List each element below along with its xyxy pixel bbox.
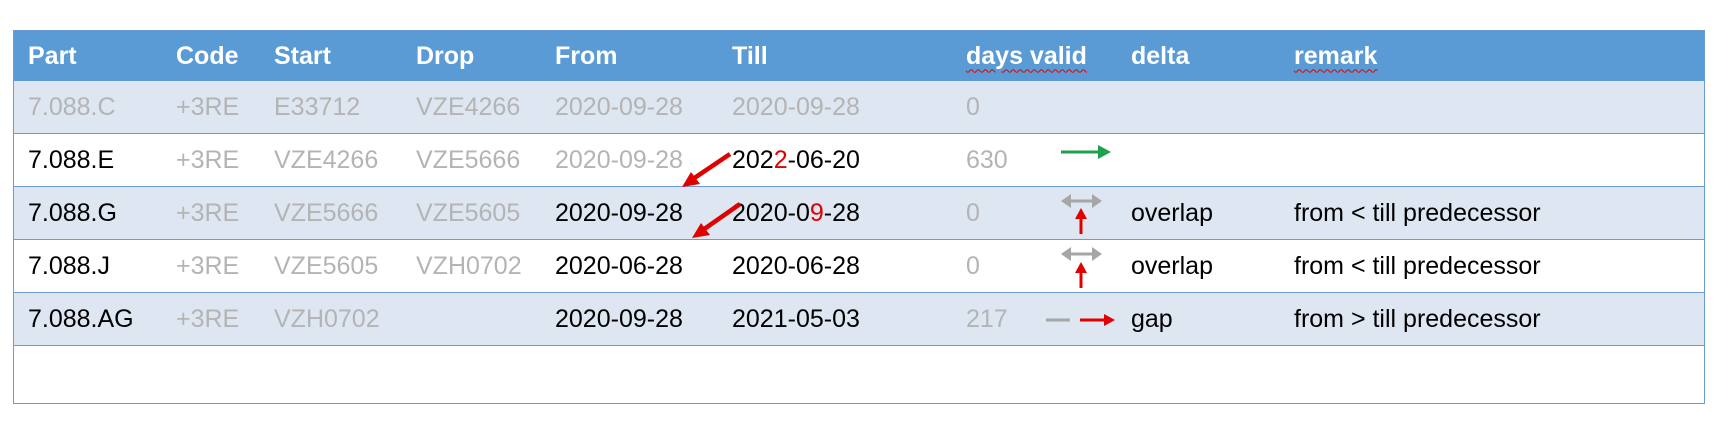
- table-row: 7.088.C +3RE E33712 VZE4266 2020-09-28 2…: [14, 81, 1704, 134]
- till-part-c: -28: [823, 198, 860, 227]
- cell-start: VZE5605: [274, 251, 379, 280]
- header-days-valid-text: days valid: [966, 41, 1087, 70]
- cell-part: 7.088.C: [28, 92, 116, 121]
- cell-remark: from < till predecessor: [1294, 198, 1541, 227]
- table-row: 7.088.AG +3RE VZH0702 2020-09-28 2021-05…: [14, 293, 1704, 346]
- cell-delta: gap: [1131, 304, 1173, 333]
- header-code: Code: [176, 41, 239, 70]
- cell-code: +3RE: [176, 251, 240, 280]
- cell-part: 7.088.J: [28, 251, 111, 280]
- cell-code: +3RE: [176, 92, 240, 121]
- cell-from: 2020-09-28: [555, 92, 683, 121]
- cell-till: 2020-09-28: [732, 187, 860, 239]
- cell-till: 2020-09-28: [732, 92, 860, 121]
- cell-start: VZH0702: [274, 304, 380, 333]
- cell-remark: from > till predecessor: [1294, 304, 1541, 333]
- cell-start: VZE5666: [274, 198, 379, 227]
- table-header-row: Part Code Start Drop From Till days vali…: [14, 31, 1704, 81]
- cell-days-valid: 0: [966, 198, 980, 227]
- table-row: 7.088.G +3RE VZE5666 VZE5605 2020-09-28 …: [14, 187, 1704, 240]
- table-row: 7.088.E +3RE VZE4266 VZE5666 2020-09-28 …: [14, 134, 1704, 187]
- cell-delta: overlap: [1131, 198, 1213, 227]
- header-till: Till: [732, 41, 768, 70]
- cell-till: 2021-05-03: [732, 304, 860, 333]
- cell-days-valid: 217: [966, 304, 1008, 333]
- cell-part: 7.088.E: [28, 145, 115, 174]
- header-from: From: [555, 41, 618, 70]
- header-start: Start: [274, 41, 331, 70]
- cell-code: +3RE: [176, 304, 240, 333]
- header-delta: delta: [1131, 41, 1190, 70]
- header-days-valid: days valid: [966, 31, 1087, 81]
- cell-start: E33712: [274, 92, 361, 121]
- cell-days-valid: 0: [966, 92, 980, 121]
- cell-drop: VZH0702: [416, 251, 522, 280]
- till-part-c: -06-20: [787, 145, 860, 174]
- cell-start: VZE4266: [274, 145, 379, 174]
- header-remark: remark: [1294, 31, 1377, 81]
- header-drop: Drop: [416, 41, 475, 70]
- cell-days-valid: 0: [966, 251, 980, 280]
- cell-code: +3RE: [176, 145, 240, 174]
- cell-from: 2020-09-28: [555, 304, 683, 333]
- cell-days-valid: 630: [966, 145, 1008, 174]
- cell-drop: VZE5605: [416, 198, 521, 227]
- cell-from: 2020-06-28: [555, 251, 683, 280]
- header-part: Part: [28, 41, 77, 70]
- cell-from: 2020-09-28: [555, 145, 683, 174]
- table-row: 7.088.J +3RE VZE5605 VZH0702 2020-06-28 …: [14, 240, 1704, 293]
- cell-drop: VZE4266: [416, 92, 521, 121]
- header-remark-text: remark: [1294, 41, 1378, 70]
- cell-drop: VZE5666: [416, 145, 521, 174]
- till-part-a: 2020-0: [732, 198, 810, 227]
- till-changed-digit: 2: [773, 145, 788, 174]
- validity-table: Part Code Start Drop From Till days vali…: [13, 30, 1705, 404]
- cell-from: 2020-09-28: [555, 198, 683, 227]
- cell-delta: overlap: [1131, 251, 1213, 280]
- till-part-a: 202: [732, 145, 774, 174]
- cell-part: 7.088.AG: [28, 304, 134, 333]
- cell-code: +3RE: [176, 198, 240, 227]
- cell-part: 7.088.G: [28, 198, 117, 227]
- cell-till: 202 2 -06-20: [732, 134, 860, 186]
- cell-till: 2020-06-28: [732, 251, 860, 280]
- till-changed-digit: 9: [809, 198, 824, 227]
- empty-row: [14, 346, 1704, 400]
- cell-remark: from < till predecessor: [1294, 251, 1541, 280]
